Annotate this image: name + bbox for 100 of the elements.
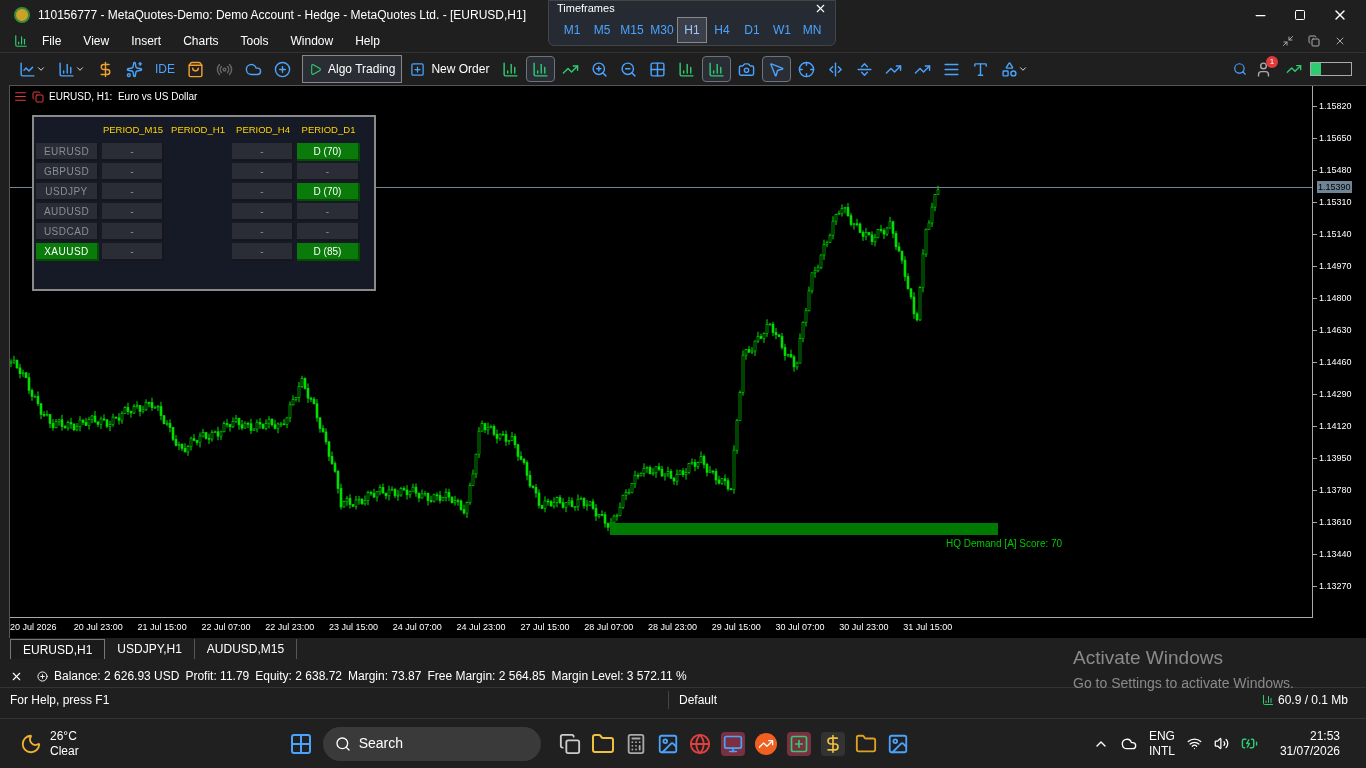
column-header: PERIOD_D1 (300, 123, 357, 137)
signal-cell[interactable]: - (102, 203, 164, 222)
time-label: 24 Jul 23:00 (456, 621, 507, 635)
timeframe-button[interactable]: M5 (587, 17, 617, 43)
menu-item[interactable]: Charts (177, 32, 225, 50)
column-header: PERIOD_H1 (170, 123, 226, 137)
signal-cell[interactable]: - (232, 223, 294, 242)
current-price-label: 1.15390 (1317, 181, 1352, 193)
account-metric: Margin: 73.87 (348, 668, 422, 685)
volume-icon[interactable] (1213, 736, 1229, 751)
connection-icon (1261, 693, 1274, 706)
signal-cell[interactable]: - (102, 243, 164, 262)
time-label: 31 Jul 15:00 (903, 621, 954, 635)
signal-cell[interactable]: D (70) (297, 143, 360, 162)
menu-item[interactable]: File (36, 32, 68, 50)
language-text[interactable]: INTL (1148, 743, 1175, 759)
crosshair-icon (798, 60, 816, 78)
signal-cell[interactable]: - (232, 163, 294, 182)
chart-tab[interactable]: USDJPY,H1 (105, 639, 195, 659)
timeframe-button[interactable]: W1 (767, 17, 797, 43)
menu-item[interactable]: Help (349, 32, 386, 50)
timeframe-button[interactable]: D1 (737, 17, 767, 43)
vertical-line-icon (827, 60, 845, 78)
account-icon[interactable] (1255, 60, 1272, 78)
expand-icon[interactable] (37, 670, 48, 682)
remote-desktop-icon[interactable] (720, 731, 745, 756)
app-icon[interactable] (854, 732, 877, 755)
menu-item[interactable]: Insert (125, 32, 168, 50)
menu-item[interactable]: Window (284, 32, 340, 50)
chart-tab[interactable]: AUDUSD,M15 (194, 639, 298, 659)
symbol-button[interactable]: XAUUSD (36, 243, 99, 262)
zoom-out-icon (620, 60, 638, 78)
timeframe-button[interactable]: M1 (557, 17, 587, 43)
timeframe-button[interactable]: M30 (646, 17, 677, 43)
chart-tab[interactable]: EURUSD,H1 (10, 639, 106, 659)
wifi-icon[interactable] (1186, 736, 1202, 751)
task-view-icon[interactable] (558, 732, 581, 755)
time-label: 21 Jul 15:00 (137, 621, 188, 635)
search-icon (334, 735, 351, 752)
price-label: 1.14460 (1319, 356, 1352, 369)
signal-cell[interactable]: D (85) (297, 243, 360, 262)
screenshot-icon (738, 60, 756, 78)
symbol-button[interactable]: EURUSD (36, 143, 99, 162)
time-label: 28 Jul 07:00 (584, 621, 635, 635)
symbol-button[interactable]: AUDUSD (36, 203, 99, 222)
zone-label: HQ Demand [A] Score: 70 (946, 537, 1063, 551)
restore-icon[interactable] (1282, 35, 1294, 47)
app-logo-icon (14, 7, 30, 23)
search-icon[interactable] (1233, 62, 1247, 76)
signal-cell[interactable]: - (232, 143, 294, 162)
symbol-button[interactable]: USDJPY (36, 183, 99, 202)
algo-trading-button[interactable]: Algo Trading (302, 55, 403, 83)
new-order-button[interactable]: New Order (404, 55, 496, 83)
notification-badge: 1 (1266, 55, 1278, 68)
activation-text: Go to Settings to activate Windows. (1073, 673, 1294, 693)
search-field[interactable]: Search (322, 726, 541, 761)
signal-cell[interactable]: - (102, 223, 164, 242)
timeframe-button[interactable]: H1 (676, 17, 708, 43)
maximize-icon[interactable] (1294, 9, 1306, 21)
menu-item[interactable]: Tools (234, 32, 275, 50)
account-metric: Free Margin: 2 564.85 (427, 668, 546, 685)
signal-cell[interactable]: - (102, 143, 164, 162)
browser-icon[interactable] (688, 732, 711, 755)
signal-cell[interactable]: - (232, 183, 294, 202)
cursor-icon (768, 60, 786, 78)
signal-cell[interactable]: - (232, 243, 294, 262)
ide-button[interactable]: IDE (150, 56, 180, 82)
signal-cell[interactable]: D (70) (297, 183, 360, 202)
clock-date[interactable]: 31/07/2026 (1279, 743, 1340, 759)
close-icon[interactable] (1334, 35, 1346, 47)
price-label: 1.13950 (1319, 452, 1352, 465)
start-icon[interactable] (288, 731, 313, 756)
symbol-button[interactable]: GBPUSD (36, 163, 99, 182)
language-text[interactable]: ENG (1148, 728, 1175, 744)
window-icon[interactable] (1308, 35, 1320, 47)
trading-app-icon[interactable] (754, 732, 777, 755)
cursor-button[interactable] (762, 56, 792, 82)
menu-item[interactable]: View (77, 32, 116, 50)
signal-cell[interactable]: - (297, 203, 360, 222)
image-app-icon[interactable] (886, 732, 909, 755)
column-header: PERIOD_H4 (235, 123, 291, 137)
symbol-button[interactable]: USDCAD (36, 223, 99, 242)
candles-button[interactable] (526, 56, 556, 82)
shapes-icon (1001, 60, 1019, 78)
close-icon[interactable] (814, 2, 827, 15)
help-text: For Help, press F1 (9, 691, 111, 709)
price-label: 1.14120 (1319, 420, 1352, 433)
signal-cell[interactable]: - (297, 163, 360, 182)
signal-cell[interactable]: - (232, 203, 294, 222)
timeframe-button[interactable]: MN (797, 17, 827, 43)
timeframe-button[interactable]: H4 (707, 17, 738, 43)
signal-cell[interactable]: - (102, 163, 164, 182)
weather-text: Clear (50, 743, 79, 759)
clock-time[interactable]: 21:53 (1309, 728, 1340, 744)
price-label: 1.13440 (1319, 548, 1352, 561)
folder-icon[interactable] (590, 731, 615, 756)
timeframe-button[interactable]: M15 (616, 17, 647, 43)
photos-icon[interactable] (656, 732, 679, 755)
signal-cell[interactable]: - (102, 183, 164, 202)
signal-cell[interactable]: - (297, 223, 360, 242)
